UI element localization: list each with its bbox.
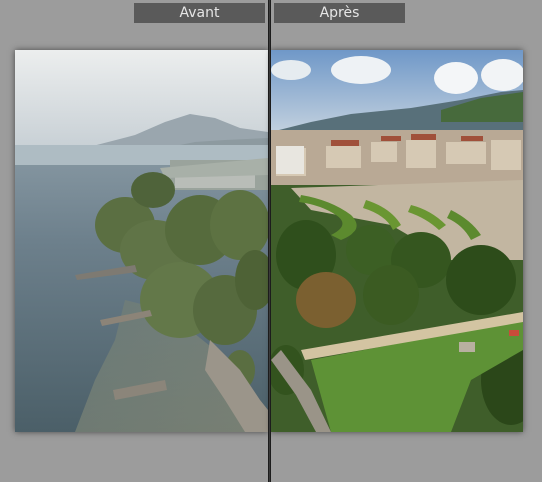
before-photo-image <box>15 50 268 432</box>
before-photo[interactable] <box>15 50 268 432</box>
after-photo[interactable] <box>271 50 523 432</box>
compare-divider-handle[interactable] <box>268 0 271 482</box>
divider-line <box>269 0 270 482</box>
after-photo-image <box>271 50 523 432</box>
after-label: Après <box>274 3 405 23</box>
before-label: Avant <box>134 3 265 23</box>
before-after-compare-view: Avant Après <box>0 0 542 482</box>
